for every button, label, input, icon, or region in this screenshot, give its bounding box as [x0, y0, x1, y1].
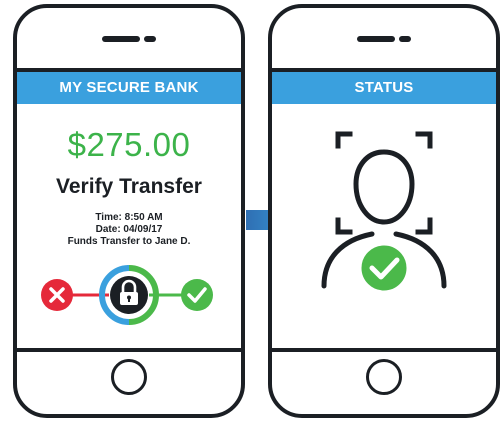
verified-badge: [358, 242, 410, 294]
reject-button[interactable]: [41, 279, 73, 311]
status-screen: STATUS: [272, 68, 496, 352]
lock-dial[interactable]: [99, 265, 159, 325]
transfer-date: Date: 04/09/17: [95, 224, 163, 235]
speaker-grille: [102, 36, 156, 42]
user-head: [353, 149, 415, 225]
phone-left: MY SECURE BANK $275.00 Verify Transfer T…: [13, 4, 245, 418]
transfer-time: Time: 8:50 AM: [95, 212, 163, 223]
approve-button[interactable]: [181, 279, 213, 311]
transfer-amount: $275.00: [67, 126, 191, 163]
speaker-grille: [357, 36, 411, 42]
bank-header: MY SECURE BANK: [17, 72, 241, 104]
verification-flow: [41, 265, 213, 325]
bank-screen: MY SECURE BANK $275.00 Verify Transfer T…: [17, 68, 241, 352]
transfer-recipient: Funds Transfer to Jane D.: [67, 236, 191, 247]
face-id-icon: [321, 131, 447, 294]
home-button[interactable]: [366, 359, 402, 395]
verify-transfer-title: Verify Transfer: [56, 175, 202, 198]
phone-right: STATUS: [268, 4, 500, 418]
home-button[interactable]: [111, 359, 147, 395]
